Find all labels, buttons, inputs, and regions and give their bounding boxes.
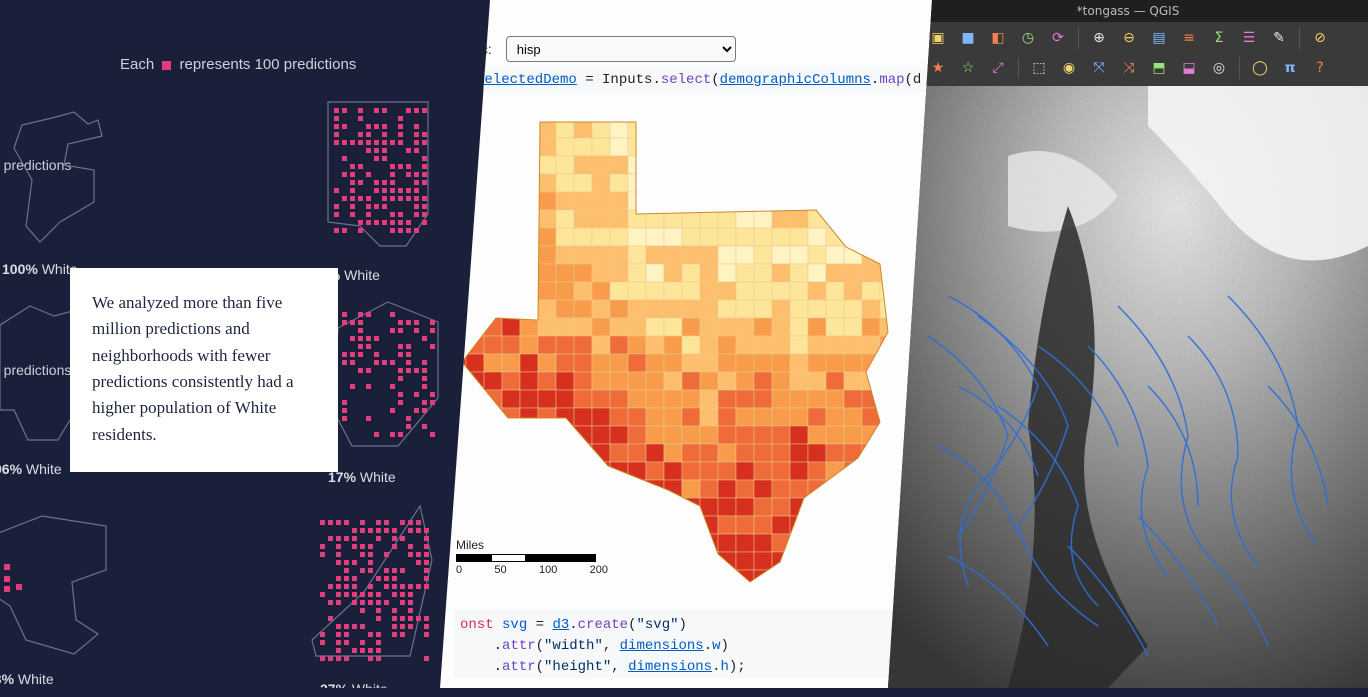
toolbar: ▦▣■◧◷⟳⊕⊖▤≡Σ☰✎⊘T★☆⤢⬚◉⤧⤨⬒⬓◎◯𝝿?✥ [888,22,1368,86]
predictions-viz-panel: Each represents 100 predictions 0 predic… [0,0,500,688]
analysis-callout-text: We analyzed more than five million predi… [92,293,294,444]
legend-text-suffix: represents 100 predictions [180,56,357,73]
zoom-full-icon[interactable]: ⤧ [1087,56,1111,80]
scale-bar-title: Miles [456,538,608,552]
measure-area-icon[interactable]: ⬚ [1027,56,1051,80]
layer-icon[interactable]: ◧ [986,26,1010,50]
zoom-layer-icon[interactable]: ⬒ [1147,56,1171,80]
neighborhood-shape: 100% White [2,110,122,277]
analysis-callout: We analyzed more than five million predi… [70,268,338,472]
bookmark-icon[interactable]: ★ [926,56,950,80]
window-titlebar: *tongass — QGIS [888,0,1368,22]
tip-icon[interactable]: ✎ [1267,26,1291,50]
neighborhood-shape: 27% White [300,500,440,697]
code-cell[interactable]: onst svg = d3.create("svg") .attr("width… [454,609,930,678]
refresh-icon[interactable]: ⟳ [1046,26,1070,50]
legend-text-prefix: Each [120,56,154,73]
neighborhood-label: 27% White [320,681,440,697]
qgis-window: *tongass — QGIS ▦▣■◧◷⟳⊕⊖▤≡Σ☰✎⊘T★☆⤢⬚◉⤧⤨⬒⬓… [888,0,1368,688]
map-icon[interactable]: ◯ [1248,56,1272,80]
clock-icon[interactable]: ◷ [1016,26,1040,50]
legend-swatch-icon [162,61,171,70]
toolbar-separator [1239,57,1240,79]
zoom-next-icon[interactable]: ◎ [1207,56,1231,80]
neighborhood-shape: 17% White [328,298,448,485]
bookmark-del-icon[interactable]: ☆ [956,56,980,80]
neighborhood-label: 2% White [320,267,440,283]
legend: Each represents 100 predictions [120,56,356,73]
window-title: *tongass — QGIS [1077,4,1180,18]
prediction-dots [320,520,429,661]
zoom-out-icon[interactable]: ⊖ [1117,26,1141,50]
python-icon[interactable]: 𝝿 [1278,56,1302,80]
texas-choropleth [448,102,898,592]
stats-icon[interactable]: ≡ [1177,26,1201,50]
toolbar-separator [1018,57,1019,79]
measure-icon[interactable]: ⤢ [986,56,1010,80]
legend-icon[interactable]: ☰ [1237,26,1261,50]
identify-icon[interactable]: ? [1308,56,1332,80]
code-cell[interactable]: selectedDemo = Inputs.select(demographic… [470,68,950,92]
prediction-dots [4,564,22,592]
zoom-selection-icon[interactable]: ⤨ [1117,56,1141,80]
sum-icon[interactable]: Σ [1207,26,1231,50]
toolbar-separator [1078,27,1079,49]
map-canvas[interactable] [888,86,1368,688]
measure-angle-icon[interactable]: ◉ [1057,56,1081,80]
observable-notebook-panel: nic: hisp selectedDemo = Inputs.select(d… [440,0,960,688]
neighborhood-label: 17% White [328,469,448,485]
neighborhood-shape: 2% White [320,96,440,283]
neighborhood-label: 83% White [0,671,116,687]
neighborhood-shape: 83% White [0,510,116,687]
scale-bar: Miles 0 50 100 200 [456,538,608,576]
zoom-last-icon[interactable]: ⬓ [1177,56,1201,80]
zoom-in-icon[interactable]: ⊕ [1087,26,1111,50]
demographic-select[interactable]: hisp [506,36,736,62]
prediction-dots [334,108,427,233]
save-icon[interactable]: ■ [956,26,980,50]
toolbar-separator [1299,27,1300,49]
no-tip-icon[interactable]: ⊘ [1308,26,1332,50]
table-icon[interactable]: ▤ [1147,26,1171,50]
